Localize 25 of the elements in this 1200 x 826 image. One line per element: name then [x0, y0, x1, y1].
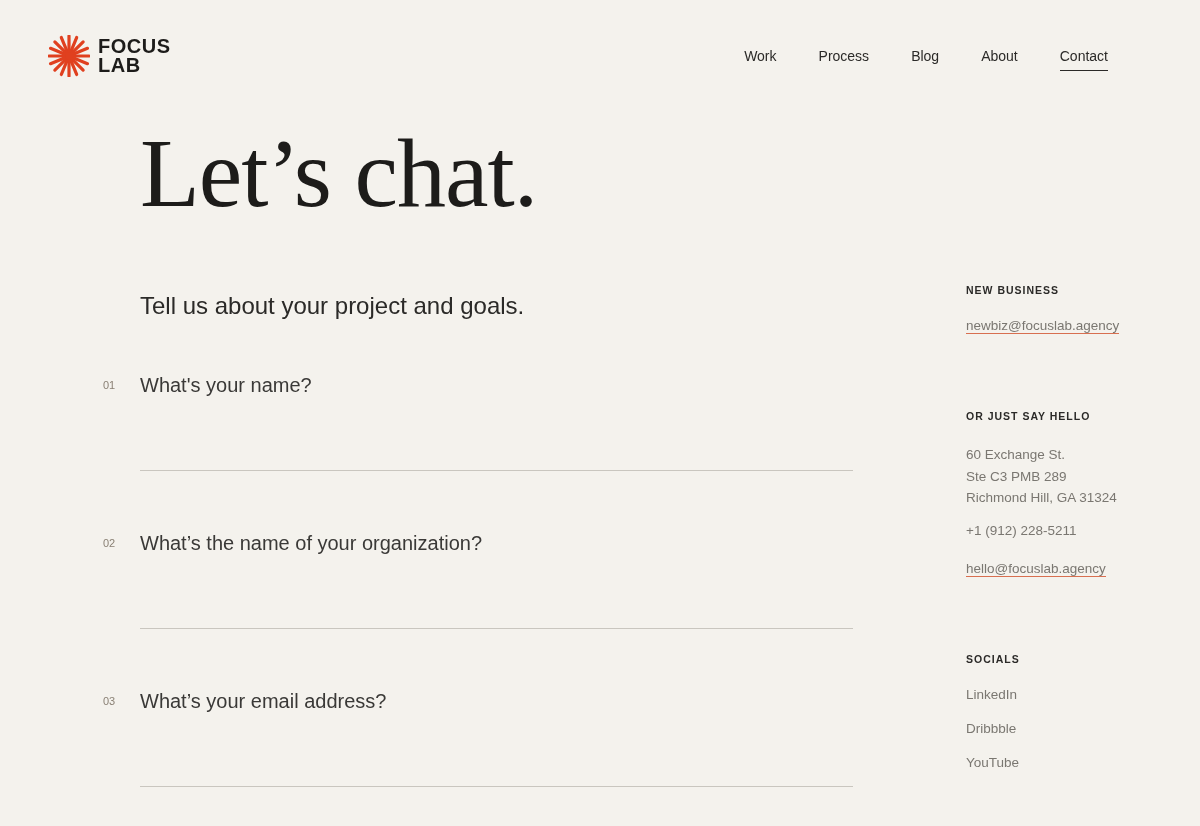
question-number: 01: [103, 379, 116, 391]
social-link[interactable]: LinkedIn: [966, 686, 1018, 702]
question-number: 03: [103, 695, 116, 707]
nav-link[interactable]: Work: [744, 47, 777, 71]
intro-text: Tell us about your project and goals.: [140, 292, 526, 320]
nav-link[interactable]: Blog: [911, 47, 940, 71]
email-link[interactable]: hello@focuslab.agency: [966, 560, 1106, 577]
question-label: What’s your email address?: [140, 690, 388, 713]
section-heading: NEW BUSINESS: [966, 284, 1061, 296]
email-link[interactable]: newbiz@focuslab.agency: [966, 318, 1120, 334]
question-label: What’s the name of your organization?: [140, 532, 484, 555]
nav-link[interactable]: Process: [818, 47, 870, 71]
page-title: Let’s chat.: [140, 118, 539, 228]
nav-link[interactable]: Contact: [1059, 47, 1108, 71]
social-link[interactable]: YouTube: [966, 754, 1020, 770]
starburst-icon: [48, 35, 90, 77]
section-heading: SOCIALS: [966, 652, 1021, 665]
logo[interactable]: FOCUS LAB: [48, 35, 171, 77]
phone-number: +1 (912) 228-5211: [966, 522, 1077, 538]
section-heading: OR JUST SAY HELLO: [966, 410, 1092, 422]
nav-link[interactable]: About: [981, 47, 1018, 71]
question-label: What's your name?: [140, 374, 313, 397]
social-link[interactable]: Dribbble: [966, 720, 1017, 736]
address-text: 60 Exchange St. Ste C3 PMB 289 Richmond Hill, GA 31324: [966, 446, 1118, 507]
question-number: 02: [103, 537, 116, 549]
